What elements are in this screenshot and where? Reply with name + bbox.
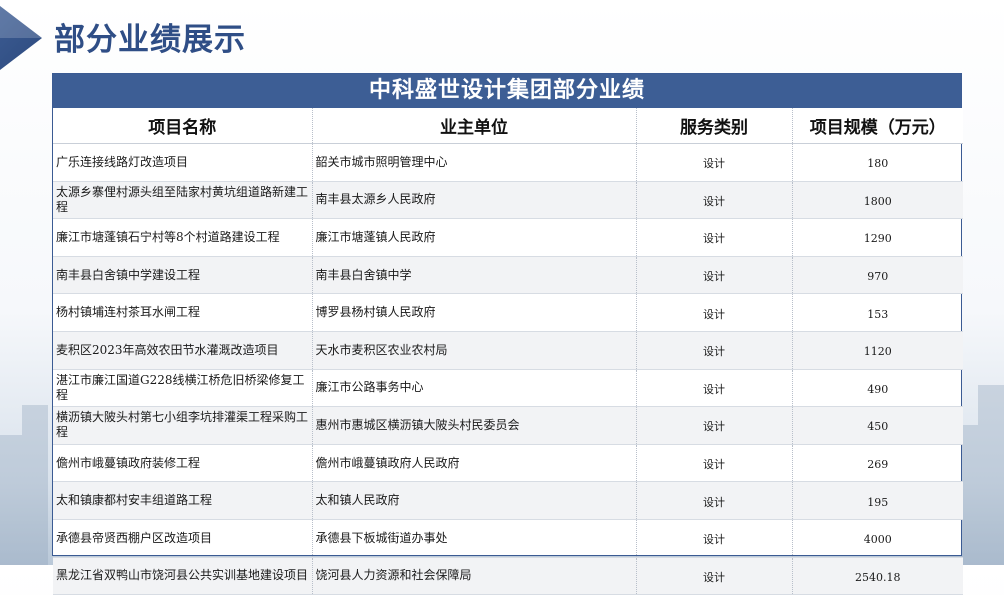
cell-project-scale: 269 <box>792 444 963 483</box>
cell-owner-unit: 惠州市惠城区横沥镇大陂头村民委员会 <box>312 406 637 445</box>
table-row: 太源乡寨俚村源头组至陆家村黄坑组道路新建工程 南丰县太源乡人民政府 设计 1800 <box>53 181 963 220</box>
cell-service-type: 设计 <box>636 519 793 558</box>
cell-project-scale: 970 <box>792 256 963 295</box>
header-owner-unit: 业主单位 <box>312 108 637 144</box>
cell-project-name: 南丰县白舍镇中学建设工程 <box>53 256 313 295</box>
table-row: 横沥镇大陂头村第七小组李坑排灌渠工程采购工程 惠州市惠城区横沥镇大陂头村民委员会设… <box>53 406 963 445</box>
cell-owner-unit: 廉江市塘蓬镇人民政府 <box>312 218 637 257</box>
cell-project-scale: 1120 <box>792 331 963 370</box>
header-project-scale: 项目规模（万元） <box>792 108 963 144</box>
header-project-name: 项目名称 <box>53 108 313 144</box>
cell-project-scale: 2540.18 <box>792 557 963 595</box>
table-row: 杨村镇埔连村茶耳水闸工程 博罗县杨村镇人民政府 设计 153 <box>53 293 963 332</box>
cell-service-type: 设计 <box>636 256 793 295</box>
cell-owner-unit: 儋州市峨蔓镇政府人民政府 <box>312 444 637 483</box>
cell-service-type: 设计 <box>636 331 793 370</box>
cell-owner-unit: 承德县下板城街道办事处 <box>312 519 637 558</box>
table-banner-title: 中科盛世设计集团部分业绩 <box>53 74 961 108</box>
cell-service-type: 设计 <box>636 406 793 445</box>
table-row: 南丰县白舍镇中学建设工程 南丰县白舍镇中学 设计 970 <box>53 256 963 295</box>
table-row: 廉江市塘蓬镇石宁村等8个村道路建设工程 廉江市塘蓬镇人民政府 设计 1290 <box>53 218 963 257</box>
table-row: 广乐连接线路灯改造项目 韶关市城市照明管理中心 设计 180 <box>53 143 963 182</box>
table-row: 儋州市峨蔓镇政府装修工程 儋州市峨蔓镇政府人民政府 设计 269 <box>53 444 963 483</box>
cell-project-name: 湛江市廉江国道G228线横江桥危旧桥梁修复工程 <box>53 369 313 408</box>
cell-project-scale: 450 <box>792 406 963 445</box>
cell-project-name: 太源乡寨俚村源头组至陆家村黄坑组道路新建工程 <box>53 181 313 220</box>
cell-project-scale: 1290 <box>792 218 963 257</box>
cell-project-scale: 195 <box>792 481 963 520</box>
cell-project-name: 杨村镇埔连村茶耳水闸工程 <box>53 293 313 332</box>
table-row: 太和镇康都村安丰组道路工程 太和镇人民政府 设计 195 <box>53 481 963 520</box>
cell-owner-unit: 饶河县人力资源和社会保障局 <box>312 557 637 595</box>
cell-owner-unit: 天水市麦积区农业农村局 <box>312 331 637 370</box>
performance-table: 项目名称 业主单位 服务类别 项目规模（万元） 广乐连接线路灯改造项目 韶关市城市… <box>53 108 963 595</box>
cell-project-scale: 180 <box>792 143 963 182</box>
cell-owner-unit: 南丰县白舍镇中学 <box>312 256 637 295</box>
cell-project-scale: 4000 <box>792 519 963 558</box>
cell-project-name: 儋州市峨蔓镇政府装修工程 <box>53 444 313 483</box>
cell-service-type: 设计 <box>636 444 793 483</box>
cell-service-type: 设计 <box>636 218 793 257</box>
cell-project-name: 广乐连接线路灯改造项目 <box>53 143 313 182</box>
page-title: 部分业绩展示 <box>54 22 246 58</box>
cell-owner-unit: 博罗县杨村镇人民政府 <box>312 293 637 332</box>
cell-project-scale: 490 <box>792 369 963 408</box>
cell-project-name: 黑龙江省双鸭山市饶河县公共实训基地建设项目 <box>53 557 313 595</box>
cell-service-type: 设计 <box>636 369 793 408</box>
table-row: 麦积区2023年高效农田节水灌溉改造项目 天水市麦积区农业农村局 设计 1120 <box>53 331 963 370</box>
table-row: 湛江市廉江国道G228线横江桥危旧桥梁修复工程 廉江市公路事务中心 设计 490 <box>53 369 963 408</box>
table-row: 承德县帝贤西棚户区改造项目 承德县下板城街道办事处 设计 4000 <box>53 519 963 558</box>
cell-project-scale: 153 <box>792 293 963 332</box>
cell-project-name: 横沥镇大陂头村第七小组李坑排灌渠工程采购工程 <box>53 406 313 445</box>
cell-owner-unit: 南丰县太源乡人民政府 <box>312 181 637 220</box>
cell-project-name: 麦积区2023年高效农田节水灌溉改造项目 <box>53 331 313 370</box>
performance-table-panel: 中科盛世设计集团部分业绩 项目名称 业主单位 服务类别 项目规模（万元） 广乐连… <box>52 73 963 595</box>
table-row: 黑龙江省双鸭山市饶河县公共实训基地建设项目 饶河县人力资源和社会保障局 设计 2540… <box>53 557 963 595</box>
cell-project-name: 廉江市塘蓬镇石宁村等8个村道路建设工程 <box>53 218 313 257</box>
table-header-row: 项目名称 业主单位 服务类别 项目规模（万元） <box>53 108 963 144</box>
cell-project-name: 承德县帝贤西棚户区改造项目 <box>53 519 313 558</box>
cell-owner-unit: 太和镇人民政府 <box>312 481 637 520</box>
cell-project-scale: 1800 <box>792 181 963 220</box>
cell-owner-unit: 廉江市公路事务中心 <box>312 369 637 408</box>
header-service-type: 服务类别 <box>636 108 793 144</box>
cell-project-name: 太和镇康都村安丰组道路工程 <box>53 481 313 520</box>
cell-service-type: 设计 <box>636 181 793 220</box>
cell-service-type: 设计 <box>636 557 793 595</box>
cell-service-type: 设计 <box>636 143 793 182</box>
cell-service-type: 设计 <box>636 481 793 520</box>
cell-service-type: 设计 <box>636 293 793 332</box>
cell-owner-unit: 韶关市城市照明管理中心 <box>312 143 637 182</box>
